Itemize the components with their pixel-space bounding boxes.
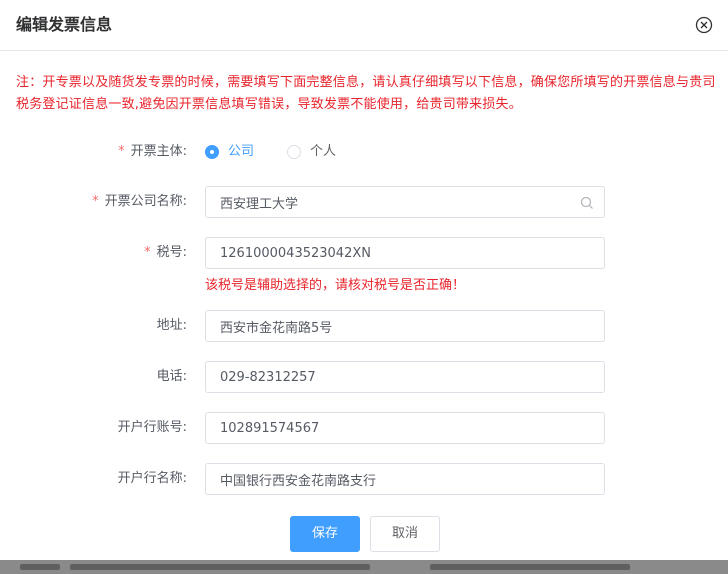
background-page-overlay: [0, 560, 728, 574]
bank-name-label: 开户行名称:: [117, 471, 187, 486]
form-row-address: 地址:: [0, 310, 728, 342]
form-row-bank-name: 开户行名称:: [0, 463, 728, 495]
address-input[interactable]: [205, 310, 605, 342]
radio-company-dot: [205, 145, 219, 159]
invoice-notice: 注：开专票以及随货发专票的时候，需要填写下面完整信息，请认真仔细填写以下信息，确…: [16, 75, 716, 112]
radio-company-label: 公司: [228, 144, 255, 159]
required-mark: *: [92, 194, 99, 209]
tax-id-input[interactable]: [205, 237, 605, 269]
bank-account-input[interactable]: [205, 412, 605, 444]
form-row-phone: 电话:: [0, 361, 728, 393]
tax-id-label: * 税号:: [144, 237, 187, 269]
required-mark: *: [144, 245, 151, 260]
save-button[interactable]: 保存: [290, 516, 360, 552]
company-name-label: * 开票公司名称:: [92, 186, 187, 218]
close-icon[interactable]: [695, 16, 713, 34]
form-row-company-name: * 开票公司名称:: [0, 186, 728, 218]
radio-individual-dot: [287, 145, 301, 159]
company-name-label-text: 开票公司名称:: [104, 194, 187, 209]
tax-id-label-text: 税号:: [156, 245, 187, 260]
bank-account-label: 开户行账号:: [117, 420, 187, 435]
cancel-button[interactable]: 取消: [370, 516, 440, 552]
subject-label-text: 开票主体:: [130, 144, 187, 159]
bank-name-input[interactable]: [205, 463, 605, 495]
dialog-header: 编辑发票信息: [0, 0, 728, 51]
form-row-tax-id: * 税号:: [0, 237, 728, 269]
dialog-title: 编辑发票信息: [16, 15, 113, 34]
phone-input[interactable]: [205, 361, 605, 393]
radio-individual-label: 个人: [310, 144, 337, 159]
company-name-input[interactable]: [205, 186, 605, 218]
blurred-background: [70, 564, 370, 570]
address-label: 地址:: [156, 318, 187, 333]
blurred-background: [20, 564, 60, 570]
form-row-bank-account: 开户行账号:: [0, 412, 728, 444]
subject-label: * 开票主体:: [118, 136, 187, 168]
tax-id-error: 该税号是辅助选择的，请核对税号是否正确！: [205, 278, 466, 293]
search-icon[interactable]: [580, 195, 594, 209]
blurred-background: [430, 564, 630, 570]
required-mark: *: [118, 144, 125, 159]
edit-invoice-dialog: 编辑发票信息 注：开专票以及随货发专票的时候，需要填写下面完整信息，请认真仔细填…: [0, 0, 728, 560]
form-row-subject: * 开票主体: 公司 个人: [0, 136, 728, 168]
phone-label: 电话:: [156, 369, 187, 384]
